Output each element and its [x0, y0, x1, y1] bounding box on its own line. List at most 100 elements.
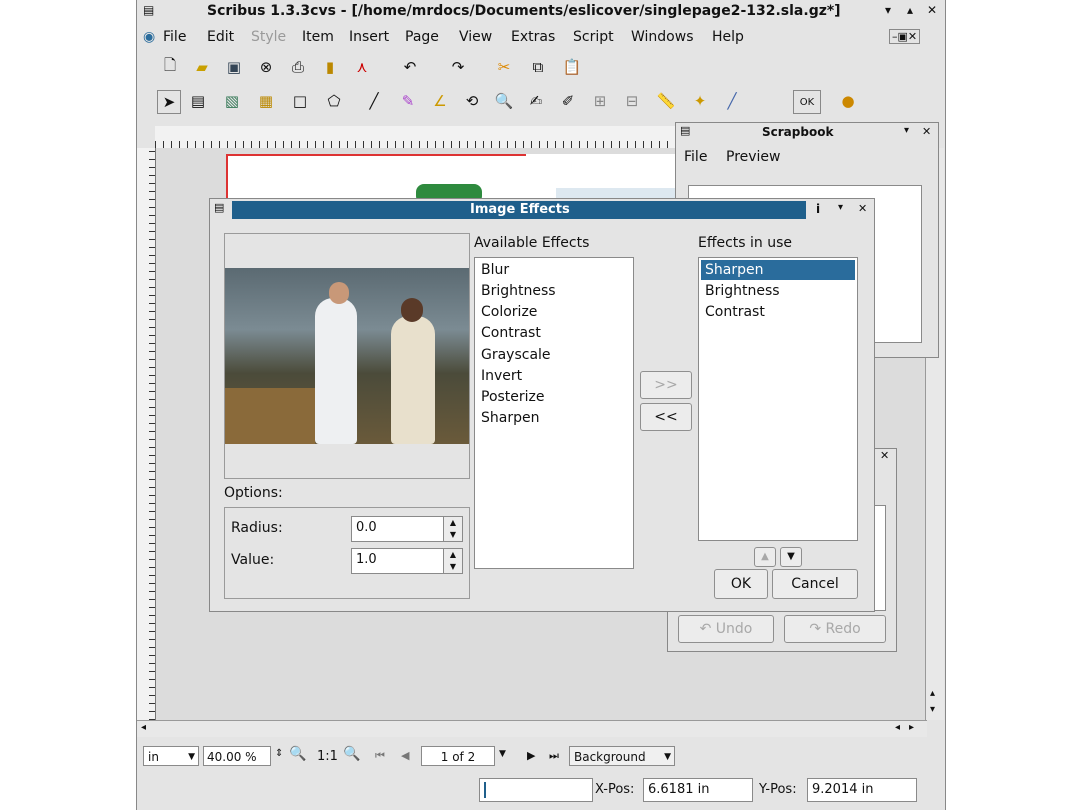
list-item-selected[interactable]: Sharpen: [701, 260, 855, 280]
scroll-left-icon[interactable]: ◂: [141, 722, 146, 733]
page-select[interactable]: 1 of 2: [421, 746, 495, 766]
image-frame-icon[interactable]: ▧: [221, 90, 243, 112]
undo-button[interactable]: ↶ Undo: [678, 615, 774, 643]
new-document-icon[interactable]: 🗋: [159, 56, 181, 78]
edit-contents-icon[interactable]: ✍: [525, 90, 547, 112]
last-page-icon[interactable]: ⏭: [549, 749, 559, 763]
menu-script[interactable]: Script: [573, 29, 614, 45]
cut-icon[interactable]: ✂: [493, 56, 515, 78]
menu-item[interactable]: Item: [302, 29, 334, 45]
scrapbook-menu-preview[interactable]: Preview: [726, 149, 781, 165]
shade-icon[interactable]: ▾: [838, 202, 843, 213]
redo-icon[interactable]: ↷: [447, 56, 469, 78]
list-item[interactable]: Colorize: [479, 302, 537, 322]
shade-icon[interactable]: ▾: [904, 125, 909, 136]
zoom-field[interactable]: 40.00 %: [203, 746, 271, 766]
list-item[interactable]: Contrast: [479, 323, 541, 343]
horizontal-scrollbar[interactable]: ◂ ◂ ▸: [137, 720, 927, 737]
list-item[interactable]: Sharpen: [479, 408, 539, 428]
shade-icon[interactable]: ▾: [885, 3, 891, 17]
redo-button[interactable]: ↷ Redo: [784, 615, 886, 643]
list-item[interactable]: Brightness: [479, 281, 556, 301]
print-icon[interactable]: ⎙: [287, 56, 309, 78]
paste-icon[interactable]: 📋: [561, 56, 583, 78]
close-icon[interactable]: ✕: [858, 202, 867, 215]
maximize-icon[interactable]: ▴: [907, 3, 913, 17]
link-frames-icon[interactable]: ⊞: [589, 90, 611, 112]
menu-page[interactable]: Page: [405, 29, 439, 45]
select-icon[interactable]: ➤: [157, 90, 181, 114]
menu-windows[interactable]: Windows: [631, 29, 694, 45]
save-icon[interactable]: ▣: [223, 56, 245, 78]
unit-select[interactable]: in ▼: [143, 746, 199, 766]
zoom-1to1[interactable]: 1:1: [317, 749, 338, 764]
scrapbook-menu-file[interactable]: File: [684, 149, 707, 165]
eyedropper-icon[interactable]: ╱: [721, 90, 743, 112]
rotate-icon[interactable]: ⟲: [461, 90, 483, 112]
menu-insert[interactable]: Insert: [349, 29, 389, 45]
close-icon[interactable]: ✕: [880, 449, 889, 462]
pdf-annotations-icon[interactable]: ●: [837, 90, 859, 112]
list-item[interactable]: Posterize: [479, 387, 545, 407]
list-item[interactable]: Blur: [479, 260, 509, 280]
palette-menu-icon[interactable]: ▤: [680, 124, 690, 137]
prev-page-icon[interactable]: ◀: [401, 749, 409, 762]
edit-text-icon[interactable]: ✐: [557, 90, 579, 112]
text-frame-icon[interactable]: ▤: [187, 90, 209, 112]
available-effects-list[interactable]: Blur Brightness Colorize Contrast Graysc…: [474, 257, 634, 569]
move-down-button[interactable]: ▼: [780, 547, 802, 567]
open-icon[interactable]: ▰: [191, 56, 213, 78]
radius-spinbox[interactable]: 0.0 ▲ ▼: [351, 516, 463, 542]
undo-icon[interactable]: ↶: [399, 56, 421, 78]
effects-in-use-list[interactable]: Sharpen Brightness Contrast: [698, 257, 858, 541]
polygon-icon[interactable]: ⬠: [323, 90, 345, 112]
menu-extras[interactable]: Extras: [511, 29, 555, 45]
dialog-menu-icon[interactable]: ▤: [214, 201, 224, 214]
spin-arrows-icon[interactable]: ▲ ▼: [443, 517, 462, 541]
zoom-in-icon[interactable]: 🔍: [343, 746, 360, 762]
list-item[interactable]: Contrast: [703, 302, 765, 322]
window-menu-icon[interactable]: ▤: [143, 3, 154, 17]
scroll-right-icon[interactable]: ▸: [909, 722, 914, 733]
copy-properties-icon[interactable]: ✦: [689, 90, 711, 112]
cancel-button[interactable]: Cancel: [772, 569, 858, 599]
pdf-tools-icon[interactable]: OK: [793, 90, 821, 114]
zoom-icon[interactable]: 🔍: [493, 90, 515, 112]
next-page-icon[interactable]: ▶: [527, 749, 535, 762]
scroll-up-icon[interactable]: ▴: [930, 688, 935, 699]
list-item[interactable]: Invert: [479, 366, 522, 386]
layer-select[interactable]: Background ▼: [569, 746, 675, 766]
menu-help[interactable]: Help: [712, 29, 744, 45]
ok-button[interactable]: OK: [714, 569, 768, 599]
list-item[interactable]: Brightness: [703, 281, 780, 301]
scroll-down-icon[interactable]: ▾: [930, 704, 935, 715]
first-page-icon[interactable]: ⏮: [375, 749, 385, 763]
help-icon[interactable]: i: [816, 202, 820, 216]
unlink-frames-icon[interactable]: ⊟: [621, 90, 643, 112]
menu-file[interactable]: File: [163, 29, 186, 45]
add-effect-button[interactable]: >>: [640, 371, 692, 399]
measure-icon[interactable]: 📏: [655, 90, 677, 112]
spin-arrows-icon[interactable]: ▲ ▼: [443, 549, 462, 573]
move-up-button[interactable]: ▲: [754, 547, 776, 567]
remove-effect-button[interactable]: <<: [640, 403, 692, 431]
close-document-icon[interactable]: ⊗: [255, 56, 277, 78]
mdi-controls[interactable]: –▣✕: [889, 29, 921, 44]
table-icon[interactable]: ▦: [255, 90, 277, 112]
preflight-icon[interactable]: ▮: [319, 56, 341, 78]
line-icon[interactable]: ╱: [363, 90, 385, 112]
close-icon[interactable]: ✕: [927, 3, 937, 17]
page-dropdown-icon[interactable]: ▼: [499, 749, 506, 759]
close-icon[interactable]: ✕: [922, 125, 931, 138]
zoom-out-icon[interactable]: 🔍: [289, 746, 306, 762]
menu-style[interactable]: Style: [251, 29, 286, 45]
menu-edit[interactable]: Edit: [207, 29, 234, 45]
bezier-icon[interactable]: ✎: [397, 90, 419, 112]
pdf-export-icon[interactable]: ⋏: [351, 56, 373, 78]
list-item[interactable]: Grayscale: [479, 345, 551, 365]
scroll-left-icon-2[interactable]: ◂: [895, 722, 900, 733]
copy-icon[interactable]: ⧉: [527, 56, 549, 78]
shape-icon[interactable]: □: [289, 90, 311, 112]
freehand-icon[interactable]: ∠: [429, 90, 451, 112]
menu-view[interactable]: View: [459, 29, 492, 45]
